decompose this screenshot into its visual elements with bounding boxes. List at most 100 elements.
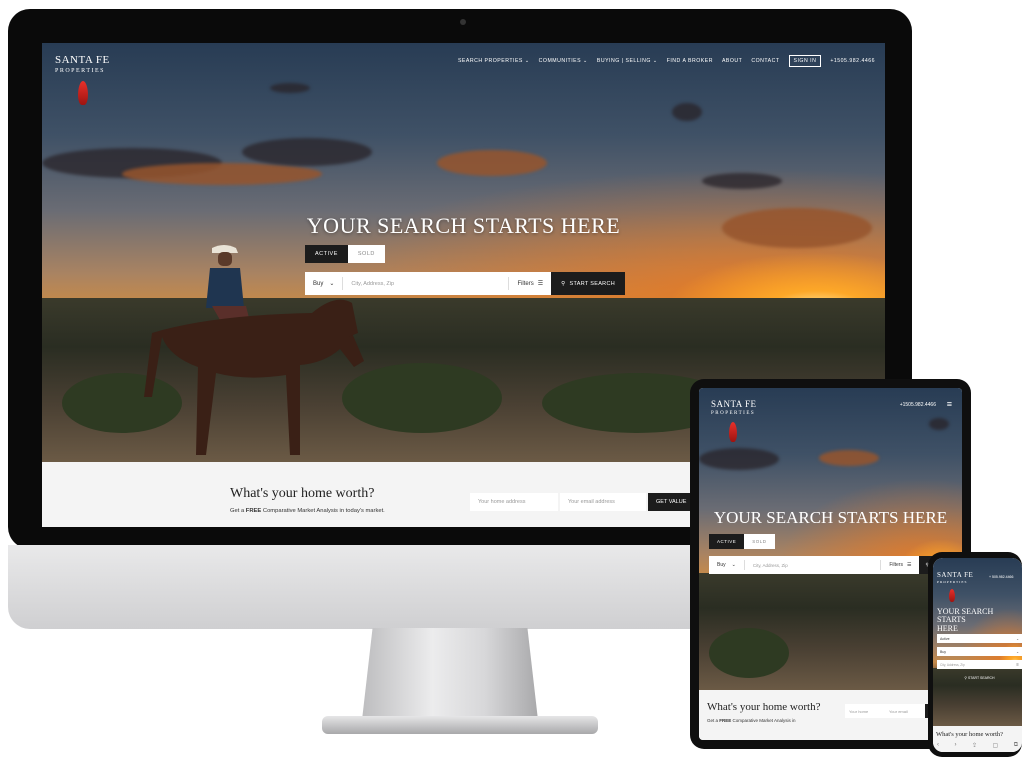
- sign-in-button[interactable]: SIGN IN: [788, 55, 822, 67]
- nav-contact[interactable]: CONTACT: [751, 58, 779, 64]
- subtitle-free: FREE: [245, 508, 262, 514]
- brand-name: SANTA FE: [55, 54, 110, 66]
- bush: [709, 628, 789, 678]
- home-worth-subtitle: Get a FREE Comparative Market Analysis i…: [230, 508, 385, 514]
- back-icon[interactable]: ‹: [937, 742, 939, 749]
- cloud: [672, 103, 702, 121]
- property-search-bar: Buy ⌄ City, Address, Zip Filters ☰ ⚲ STA…: [709, 556, 962, 574]
- status-select-label: Active: [940, 636, 950, 641]
- home-worth-title: What's your home worth?: [936, 731, 1004, 738]
- email-address-input[interactable]: Your email address: [560, 493, 646, 511]
- subtitle-text: Comparative Market Analysis in today's m…: [261, 508, 385, 514]
- search-icon: ⚲: [561, 280, 566, 287]
- imac-stand: [362, 628, 538, 720]
- brand-logo[interactable]: SANTA FE PROPERTIES: [55, 54, 110, 75]
- header-contact[interactable]: + 505.982.4466: [989, 575, 1013, 579]
- chevron-down-icon: ⌄: [329, 281, 335, 287]
- chevron-down-icon: ⌄: [731, 562, 736, 568]
- brand-logo[interactable]: SANTA FE PROPERTIES: [711, 399, 757, 417]
- filter-lines-icon: ☰: [1016, 662, 1019, 667]
- start-search-label: START SEARCH: [569, 280, 615, 287]
- status-select[interactable]: Active ⌄: [937, 634, 1022, 643]
- home-address-input[interactable]: Your home address: [470, 493, 558, 511]
- home-worth-subtitle: Get a FREE Comparative Market Analysis i…: [707, 718, 796, 723]
- hero-title: YOUR SEARCH STARTS HERE: [713, 508, 948, 527]
- chevron-down-icon: ⌄: [1016, 649, 1019, 654]
- feather-icon: [78, 81, 88, 105]
- filters-button[interactable]: Filters ☰: [880, 560, 919, 570]
- listing-status-tabs: ACTIVE SOLD: [709, 534, 775, 549]
- imac-camera: [460, 19, 466, 25]
- hero-title-line: HERE: [937, 623, 958, 633]
- tab-active[interactable]: ACTIVE: [305, 245, 348, 263]
- email-address-input[interactable]: Your email: [885, 704, 925, 718]
- cloud: [437, 150, 547, 176]
- tab-active[interactable]: ACTIVE: [709, 534, 745, 549]
- mobile-hero: SANTA FE PROPERTIES + 505.982.4466 YOUR …: [933, 558, 1022, 726]
- forward-icon[interactable]: ›: [955, 742, 957, 749]
- nav-search-properties[interactable]: SEARCH PROPERTIES ⌄: [458, 58, 530, 64]
- feather-icon: [949, 589, 955, 602]
- start-search-label: START SEARCH: [967, 676, 995, 680]
- start-search-button[interactable]: ⚲ START SEARCH: [551, 272, 625, 295]
- main-nav: SEARCH PROPERTIES ⌄ COMMUNITIES ⌄ BUYING…: [458, 55, 875, 67]
- browser-toolbar: ‹ › ⇪ ▢ ⧉: [937, 742, 1018, 749]
- home-worth-section: What's your home worth? Get a FREE Compa…: [699, 690, 962, 740]
- hamburger-menu-icon[interactable]: ≡: [947, 399, 952, 409]
- tabs-icon[interactable]: ⧉: [1014, 742, 1018, 749]
- filters-label: Filters: [517, 280, 534, 287]
- start-search-button[interactable]: ⚲ START SEARCH: [937, 676, 1022, 680]
- brand-subname: PROPERTIES: [55, 68, 105, 74]
- cloud: [699, 448, 779, 470]
- filters-label: Filters: [889, 562, 903, 568]
- brand-name: SANTA FE: [711, 399, 757, 409]
- location-search-input[interactable]: City, Address, Zip: [745, 563, 881, 568]
- subtitle-text: Get a: [230, 508, 246, 514]
- brand-subname: PROPERTIES: [711, 411, 756, 416]
- cloud: [819, 450, 879, 466]
- nav-communities[interactable]: COMMUNITIES ⌄: [539, 58, 588, 64]
- nav-about[interactable]: ABOUT: [722, 58, 742, 64]
- tab-sold[interactable]: SOLD: [744, 534, 775, 549]
- tablet-hero: SANTA FE PROPERTIES +1505.982.4466 ≡ YOU…: [699, 388, 962, 690]
- location-placeholder: City, Address, Zip: [940, 662, 965, 667]
- subtitle-free: FREE: [719, 718, 732, 723]
- home-address-input[interactable]: Your home: [845, 704, 885, 718]
- nav-buying-selling[interactable]: BUYING | SELLING ⌄: [597, 58, 658, 64]
- property-search-bar: Buy ⌄ City, Address, Zip Filters ☰ ⚲ STA…: [305, 272, 625, 295]
- header-phone[interactable]: +1505.982.4466: [830, 58, 875, 64]
- hero-title-line: YOUR SEARCH STARTS: [937, 607, 994, 625]
- nav-find-broker[interactable]: FIND A BROKER: [667, 58, 713, 64]
- buy-select-label: Buy: [717, 562, 726, 568]
- bookmarks-icon[interactable]: ▢: [993, 742, 999, 749]
- share-icon[interactable]: ⇪: [972, 742, 977, 749]
- location-search-input[interactable]: City, Address, Zip: [343, 281, 508, 287]
- subtitle-text: Comparative Market Analysis in: [731, 718, 796, 723]
- type-select-label: Buy: [940, 649, 947, 654]
- listing-status-tabs: ACTIVE SOLD: [305, 245, 385, 263]
- buy-select-label: Buy: [313, 280, 324, 287]
- home-worth-title: What's your home worth?: [230, 486, 375, 501]
- chevron-down-icon: ⌄: [1016, 636, 1019, 641]
- cloud: [122, 163, 322, 185]
- home-worth-title: What's your home worth?: [707, 701, 821, 713]
- type-select[interactable]: Buy ⌄: [937, 647, 1022, 656]
- buy-select[interactable]: Buy ⌄: [305, 277, 344, 290]
- cloud: [929, 418, 949, 430]
- location-search-input[interactable]: City, Address, Zip ☰: [937, 660, 1022, 669]
- brand-name: SANTA FE: [937, 571, 974, 579]
- filters-button[interactable]: Filters ☰: [508, 277, 551, 290]
- filter-lines-icon: ☰: [537, 281, 544, 287]
- hero-title: YOUR SEARCH STARTS HERE: [937, 607, 1022, 633]
- filter-lines-icon: ☰: [906, 562, 912, 568]
- mobile-website: SANTA FE PROPERTIES + 505.982.4466 YOUR …: [933, 558, 1022, 752]
- buy-select[interactable]: Buy ⌄: [709, 560, 745, 570]
- header-phone[interactable]: +1505.982.4466: [900, 402, 936, 408]
- brand-logo[interactable]: SANTA FE PROPERTIES: [937, 572, 973, 585]
- tab-sold[interactable]: SOLD: [347, 245, 385, 263]
- hero-title: YOUR SEARCH STARTS HERE: [306, 213, 621, 238]
- cloud: [270, 83, 310, 93]
- phone-frame: SANTA FE PROPERTIES + 505.982.4466 YOUR …: [928, 552, 1022, 757]
- feather-icon: [729, 422, 737, 442]
- tablet-website: SANTA FE PROPERTIES +1505.982.4466 ≡ YOU…: [699, 388, 962, 740]
